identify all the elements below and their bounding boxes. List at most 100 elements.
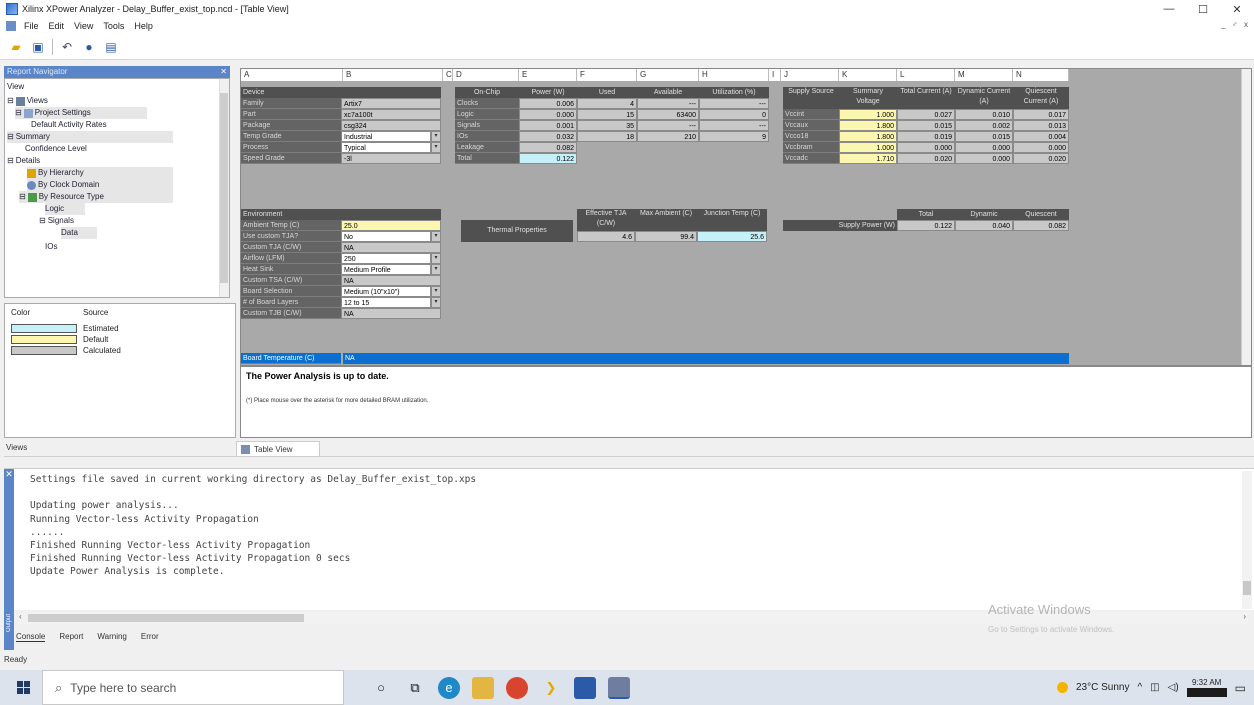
menu-tools[interactable]: Tools xyxy=(98,21,129,31)
refresh-icon[interactable]: ● xyxy=(81,39,97,55)
tab-error[interactable]: Error xyxy=(141,632,159,642)
column-header-g[interactable]: G xyxy=(637,69,699,81)
tab-console[interactable]: Console xyxy=(16,632,46,642)
menu-help[interactable]: Help xyxy=(129,21,158,31)
voltage-vccadc[interactable]: 1.710 xyxy=(839,153,897,164)
column-header-k[interactable]: K xyxy=(839,69,897,81)
process-select[interactable]: Typical xyxy=(341,142,431,153)
column-header-e[interactable]: E xyxy=(519,69,577,81)
table-scrollbar[interactable] xyxy=(1241,69,1251,365)
voltage-vccaux[interactable]: 1.800 xyxy=(839,120,897,131)
tree-item-by-resource-type[interactable]: ⊟ By Resource Type xyxy=(19,191,173,203)
file-explorer-icon[interactable] xyxy=(472,676,494,699)
chevron-up-icon[interactable]: ^ xyxy=(1137,682,1142,693)
save-icon[interactable]: ▣ xyxy=(30,39,46,55)
maximize-button[interactable]: ☐ xyxy=(1186,0,1220,18)
board-temperature-value[interactable]: NA xyxy=(343,353,441,364)
xpower-app-icon[interactable] xyxy=(608,676,630,699)
close-icon[interactable]: ✕ xyxy=(220,66,227,78)
scroll-left-icon[interactable]: ‹ xyxy=(19,612,22,621)
undo-icon[interactable]: ↶ xyxy=(59,39,75,55)
column-header-a[interactable]: A xyxy=(241,69,343,81)
column-header-c[interactable]: C xyxy=(443,69,453,81)
scroll-right-icon[interactable]: › xyxy=(1243,612,1246,621)
close-icon[interactable]: ✕ xyxy=(4,469,14,480)
close-button[interactable]: ✕ xyxy=(1220,0,1254,18)
volume-icon[interactable]: ◁) xyxy=(1168,682,1179,693)
chevron-down-icon[interactable]: ▾ xyxy=(431,131,441,142)
ambient-temp-input[interactable]: 25.0 xyxy=(341,220,441,231)
weather-text[interactable]: 23°C Sunny xyxy=(1076,682,1129,693)
clock[interactable]: 9:32 AM xyxy=(1186,678,1227,697)
tree-item-by-hierarchy[interactable]: By Hierarchy xyxy=(27,167,173,179)
tree-item-by-clock-domain[interactable]: By Clock Domain xyxy=(27,179,173,191)
tree-item-summary[interactable]: ⊟ Summary xyxy=(7,131,173,143)
report-navigator-tree[interactable]: View ⊟ Views ⊟ Project Settings Default Ac… xyxy=(4,78,230,298)
voltage-vcco18[interactable]: 1.800 xyxy=(839,131,897,142)
console-panel[interactable]: ✕ Settings file saved in current working… xyxy=(4,468,1254,611)
tree-item-ios[interactable]: IOs xyxy=(45,241,57,253)
navigator-scrollbar[interactable] xyxy=(219,79,229,297)
network-icon[interactable]: ◫ xyxy=(1150,682,1159,693)
tab-table-view[interactable]: Table View xyxy=(236,441,320,457)
device-value-speed-grade[interactable]: -3l xyxy=(341,153,441,164)
board-layers-select[interactable]: 12 to 15 xyxy=(341,297,431,308)
table-view-sheet[interactable]: A B C D E F G H I J K L M N Device Famil… xyxy=(240,68,1252,366)
column-header-i[interactable]: I xyxy=(769,69,781,81)
device-value-package[interactable]: csg324 xyxy=(341,120,441,131)
cortana-icon[interactable]: ○ xyxy=(370,677,392,699)
tree-item-confidence-level[interactable]: Confidence Level xyxy=(25,143,87,155)
terminal-icon[interactable]: ❯ xyxy=(540,677,562,699)
navigator-scrollbar-thumb[interactable] xyxy=(220,93,228,283)
tab-views[interactable]: Views xyxy=(6,443,27,452)
menu-file[interactable]: File xyxy=(19,21,44,31)
chevron-down-icon[interactable]: ▾ xyxy=(431,231,441,242)
console-scrollbar-thumb[interactable] xyxy=(1243,581,1251,595)
column-header-d[interactable]: D xyxy=(453,69,519,81)
menu-view[interactable]: View xyxy=(69,21,98,31)
taskbar-search[interactable]: ⌕ Type here to search xyxy=(42,670,344,705)
voltage-vccint[interactable]: 1.000 xyxy=(839,109,897,120)
board-selection-select[interactable]: Medium (10"x10") xyxy=(341,286,431,297)
chevron-down-icon[interactable]: ▾ xyxy=(431,142,441,153)
tree-item-data[interactable]: Data xyxy=(61,227,97,239)
tab-report[interactable]: Report xyxy=(59,632,83,642)
tree-item-logic[interactable]: Logic xyxy=(45,203,85,215)
edge-icon[interactable]: e xyxy=(438,676,460,699)
column-header-j[interactable]: J xyxy=(781,69,839,81)
chevron-down-icon[interactable]: ▾ xyxy=(431,286,441,297)
column-header-f[interactable]: F xyxy=(577,69,637,81)
column-header-m[interactable]: M xyxy=(955,69,1013,81)
mdi-controls[interactable]: _ ♂ x xyxy=(1221,20,1250,29)
column-header-b[interactable]: B xyxy=(343,69,443,81)
column-header-n[interactable]: N xyxy=(1013,69,1069,81)
column-header-h[interactable]: H xyxy=(699,69,769,81)
device-value-part[interactable]: xc7a100t xyxy=(341,109,441,120)
tree-item-project-settings[interactable]: ⊟ Project Settings xyxy=(15,107,147,119)
console-hscroll-thumb[interactable] xyxy=(28,614,304,622)
device-value-family[interactable]: Artix7 xyxy=(341,98,441,109)
voltage-vccbram[interactable]: 1.000 xyxy=(839,142,897,153)
notifications-icon[interactable]: ▭ xyxy=(1235,681,1246,695)
minimize-button[interactable]: — xyxy=(1152,0,1186,18)
menu-edit[interactable]: Edit xyxy=(44,21,70,31)
task-view-icon[interactable]: ⧉ xyxy=(404,677,426,699)
open-folder-icon[interactable]: ▰ xyxy=(8,39,24,55)
calendar-app-icon[interactable] xyxy=(574,676,596,699)
chevron-down-icon[interactable]: ▾ xyxy=(431,253,441,264)
use-custom-tja-select[interactable]: No xyxy=(341,231,431,242)
tree-item-default-activity-rates[interactable]: Default Activity Rates xyxy=(31,119,107,131)
heat-sink-select[interactable]: Medium Profile xyxy=(341,264,431,275)
start-button[interactable] xyxy=(8,673,38,703)
output-side-tab[interactable]: Output xyxy=(4,610,14,650)
tree-item-details[interactable]: ⊟ Details xyxy=(7,155,40,167)
column-header-l[interactable]: L xyxy=(897,69,955,81)
tree-item-signals[interactable]: ⊟ Signals xyxy=(39,215,74,227)
tree-item-views[interactable]: ⊟ Views xyxy=(7,95,48,107)
tab-warning[interactable]: Warning xyxy=(97,632,127,642)
chevron-down-icon[interactable]: ▾ xyxy=(431,264,441,275)
airflow-select[interactable]: 250 xyxy=(341,253,431,264)
settings-icon[interactable]: ▤ xyxy=(103,39,119,55)
chevron-down-icon[interactable]: ▾ xyxy=(431,297,441,308)
chrome-icon[interactable] xyxy=(506,676,528,699)
